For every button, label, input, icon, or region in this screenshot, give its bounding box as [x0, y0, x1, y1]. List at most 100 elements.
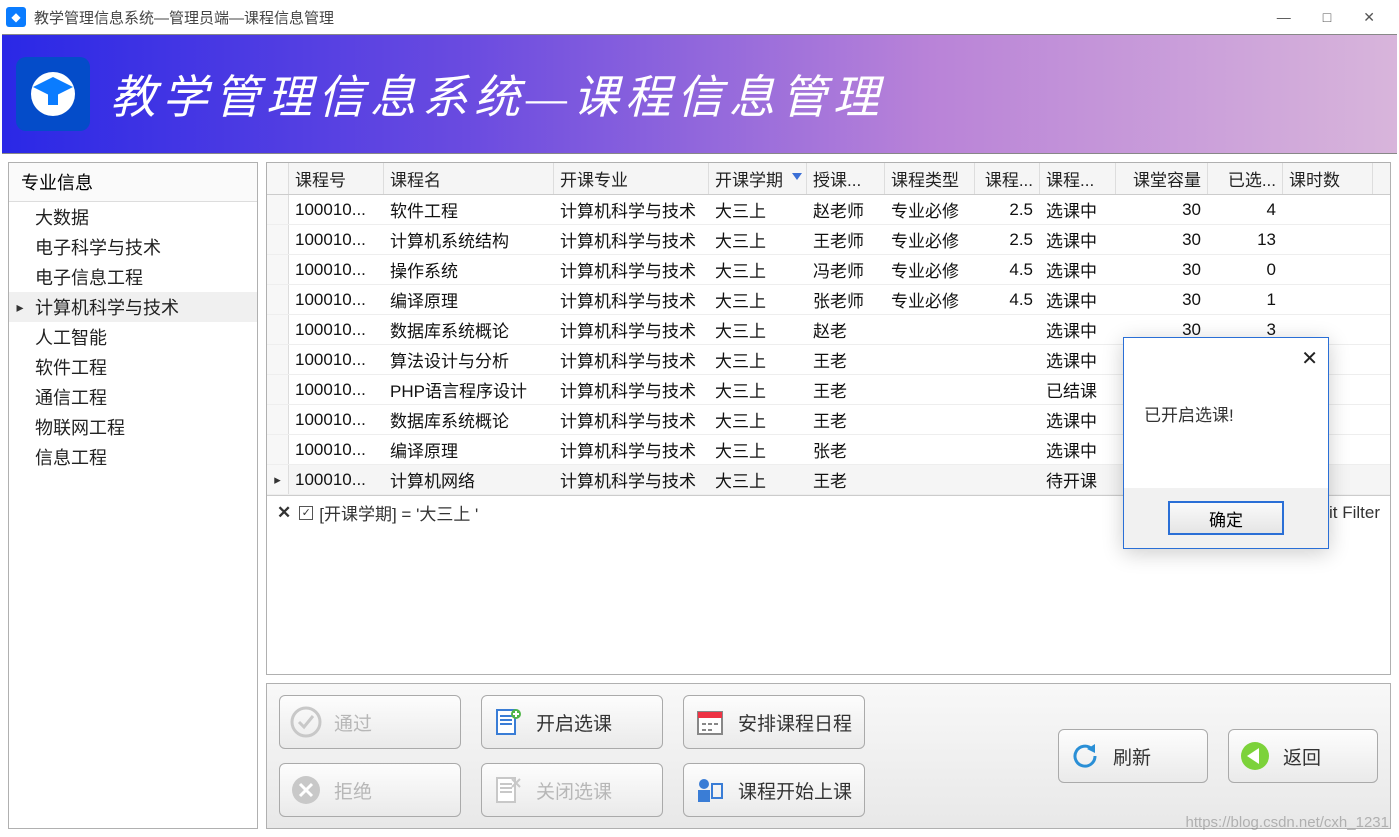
- sidebar-item[interactable]: 电子信息工程: [9, 262, 257, 292]
- cell-semester: 大三上: [709, 465, 807, 494]
- doc-x-icon: [492, 774, 524, 806]
- sidebar-item[interactable]: 信息工程: [9, 442, 257, 472]
- close-button[interactable]: ✕: [1363, 9, 1375, 26]
- cell-status: 选课中: [1040, 315, 1116, 344]
- maximize-button[interactable]: □: [1323, 9, 1331, 26]
- col-name[interactable]: 课程名: [384, 163, 554, 194]
- cell-selected: 13: [1208, 225, 1283, 254]
- col-selected[interactable]: 已选...: [1208, 163, 1283, 194]
- cell-credit: [975, 345, 1040, 374]
- col-hours[interactable]: 课时数: [1283, 163, 1373, 194]
- sidebar-item-label: 人工智能: [31, 324, 107, 350]
- cell-status: 待开课: [1040, 465, 1116, 494]
- cell-name: 编译原理: [384, 435, 554, 464]
- cell-teacher: 赵老师: [807, 195, 885, 224]
- table-row[interactable]: 100010...软件工程计算机科学与技术大三上赵老师专业必修2.5选课中304: [267, 195, 1390, 225]
- sidebar-item[interactable]: 人工智能: [9, 322, 257, 352]
- cell-id: 100010...: [289, 255, 384, 284]
- banner-heading: 教学管理信息系统—课程信息管理: [110, 61, 885, 127]
- cell-semester: 大三上: [709, 435, 807, 464]
- cell-teacher: 张老: [807, 435, 885, 464]
- table-row[interactable]: 100010...计算机系统结构计算机科学与技术大三上王老师专业必修2.5选课中…: [267, 225, 1390, 255]
- col-major[interactable]: 开课专业: [554, 163, 709, 194]
- cell-credit: [975, 435, 1040, 464]
- cell-name: 数据库系统概论: [384, 405, 554, 434]
- cell-semester: 大三上: [709, 405, 807, 434]
- cell-hours: [1283, 285, 1373, 314]
- row-selector-icon: [267, 315, 289, 344]
- cell-name: PHP语言程序设计: [384, 375, 554, 404]
- row-selector-icon: [267, 285, 289, 314]
- cell-credit: [975, 465, 1040, 494]
- cell-name: 编译原理: [384, 285, 554, 314]
- title-bar: ◆ 教学管理信息系统—管理员端—课程信息管理 — □ ✕: [0, 0, 1399, 34]
- cell-major: 计算机科学与技术: [554, 465, 709, 494]
- cell-teacher: 王老师: [807, 225, 885, 254]
- start-lesson-button[interactable]: 课程开始上课: [683, 763, 865, 817]
- cell-id: 100010...: [289, 405, 384, 434]
- watermark: https://blog.csdn.net/cxh_1231: [1186, 814, 1389, 831]
- approve-button[interactable]: 通过: [279, 695, 461, 749]
- action-bar: 通过 拒绝 开启选课 关闭选课: [266, 683, 1391, 829]
- cell-major: 计算机科学与技术: [554, 345, 709, 374]
- refresh-button[interactable]: 刷新: [1058, 729, 1208, 783]
- cell-semester: 大三上: [709, 315, 807, 344]
- open-select-button[interactable]: 开启选课: [481, 695, 663, 749]
- row-indicator-header: [267, 163, 289, 194]
- cell-status: 已结课: [1040, 375, 1116, 404]
- sidebar-item[interactable]: 通信工程: [9, 382, 257, 412]
- col-type[interactable]: 课程类型: [885, 163, 975, 194]
- grid-header: 课程号 课程名 开课专业 开课学期 授课... 课程类型 课程... 课程...…: [267, 163, 1390, 195]
- sidebar-item[interactable]: 物联网工程: [9, 412, 257, 442]
- cell-major: 计算机科学与技术: [554, 195, 709, 224]
- table-row[interactable]: 100010...操作系统计算机科学与技术大三上冯老师专业必修4.5选课中300: [267, 255, 1390, 285]
- schedule-label: 安排课程日程: [738, 709, 852, 736]
- cell-hours: [1283, 195, 1373, 224]
- cell-type: [885, 345, 975, 374]
- cell-capacity: 30: [1116, 255, 1208, 284]
- sidebar-item-label: 信息工程: [31, 444, 107, 470]
- col-credit[interactable]: 课程...: [975, 163, 1040, 194]
- cell-semester: 大三上: [709, 195, 807, 224]
- cell-capacity: 30: [1116, 285, 1208, 314]
- back-arrow-icon: [1239, 740, 1271, 772]
- minimize-button[interactable]: —: [1277, 9, 1291, 26]
- sidebar-item[interactable]: 软件工程: [9, 352, 257, 382]
- row-selector-icon: [267, 195, 289, 224]
- cell-teacher: 冯老师: [807, 255, 885, 284]
- filter-clear-icon[interactable]: ✕: [277, 503, 291, 523]
- cell-id: 100010...: [289, 345, 384, 374]
- sidebar-item[interactable]: 大数据: [9, 202, 257, 232]
- col-capacity[interactable]: 课堂容量: [1116, 163, 1208, 194]
- sidebar-item[interactable]: ▸计算机科学与技术: [9, 292, 257, 322]
- dialog-footer: 确定: [1124, 488, 1328, 548]
- dialog-ok-button[interactable]: 确定: [1168, 501, 1284, 535]
- close-select-button[interactable]: 关闭选课: [481, 763, 663, 817]
- reject-button[interactable]: 拒绝: [279, 763, 461, 817]
- col-id[interactable]: 课程号: [289, 163, 384, 194]
- cell-major: 计算机科学与技术: [554, 315, 709, 344]
- refresh-icon: [1069, 740, 1101, 772]
- filter-checkbox[interactable]: ✓: [299, 506, 313, 520]
- sidebar-item[interactable]: 电子科学与技术: [9, 232, 257, 262]
- col-semester[interactable]: 开课学期: [709, 163, 807, 194]
- cell-teacher: 王老: [807, 405, 885, 434]
- back-button[interactable]: 返回: [1228, 729, 1378, 783]
- dialog-close-icon[interactable]: ✕: [1301, 346, 1318, 371]
- cell-type: 专业必修: [885, 225, 975, 254]
- cell-id: 100010...: [289, 195, 384, 224]
- row-selector-icon: [267, 255, 289, 284]
- cell-semester: 大三上: [709, 225, 807, 254]
- app-icon: ◆: [6, 7, 26, 27]
- schedule-button[interactable]: 安排课程日程: [683, 695, 865, 749]
- sidebar-header: 专业信息: [9, 163, 257, 202]
- sidebar-item-label: 电子信息工程: [31, 264, 143, 290]
- table-row[interactable]: 100010...编译原理计算机科学与技术大三上张老师专业必修4.5选课中301: [267, 285, 1390, 315]
- col-teacher[interactable]: 授课...: [807, 163, 885, 194]
- window-title: 教学管理信息系统—管理员端—课程信息管理: [34, 7, 1277, 28]
- teacher-icon: [694, 774, 726, 806]
- cell-teacher: 赵老: [807, 315, 885, 344]
- cell-teacher: 张老师: [807, 285, 885, 314]
- cell-status: 选课中: [1040, 435, 1116, 464]
- col-status[interactable]: 课程...: [1040, 163, 1116, 194]
